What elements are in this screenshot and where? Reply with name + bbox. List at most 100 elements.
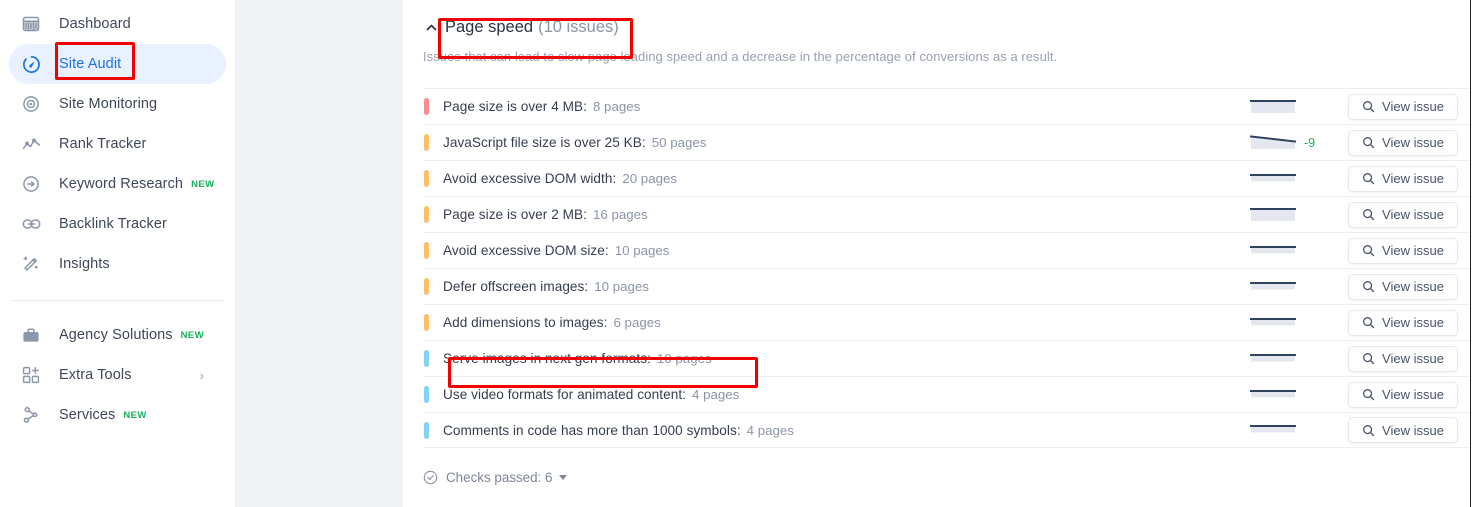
dashboard-icon — [18, 13, 44, 35]
sidebar-item-extra-tools[interactable]: Extra Tools › — [9, 355, 226, 395]
table-row[interactable]: Avoid excessive DOM size: 10 pages View is… — [423, 232, 1478, 268]
row-metrics: View issue — [1249, 165, 1458, 192]
keyword-circle-icon — [18, 173, 44, 195]
issue-page-count: 20 pages — [622, 171, 678, 186]
page-speed-section-header[interactable]: Page speed (10 issues) — [423, 0, 1478, 36]
trend-sparkline — [1249, 240, 1297, 262]
view-issue-button[interactable]: View issue — [1348, 129, 1458, 156]
search-icon — [1362, 208, 1375, 221]
issue-name-text: Use video formats for animated content — [443, 387, 683, 402]
sidebar-item-backlink-tracker[interactable]: Backlink Tracker — [9, 204, 226, 244]
line-chart-icon — [18, 133, 44, 155]
issue-page-count: 16 pages — [592, 207, 648, 222]
table-row[interactable]: Defer offscreen images: 10 pages View issu… — [423, 268, 1478, 304]
table-row[interactable]: Page size is over 2 MB: 16 pages View issu… — [423, 196, 1478, 232]
search-icon — [1362, 424, 1375, 437]
trend-sparkline — [1249, 276, 1297, 298]
view-issue-button[interactable]: View issue — [1348, 381, 1458, 408]
issue-name: Serve images in next gen formats: — [443, 351, 651, 366]
sidebar-item-label: Services — [59, 407, 116, 423]
caret-down-icon[interactable] — [559, 475, 568, 480]
severity-indicator-warning — [424, 314, 429, 331]
row-metrics: View issue — [1249, 93, 1458, 120]
issue-separator: : — [641, 135, 646, 150]
search-icon — [1362, 136, 1375, 149]
sidebar-item-services[interactable]: Services NEW — [9, 395, 226, 435]
table-row[interactable]: Add dimensions to images: 6 pages View iss… — [423, 304, 1478, 340]
issue-separator: : — [736, 422, 741, 438]
row-metrics: View issue — [1249, 381, 1458, 408]
severity-indicator-notice — [424, 386, 429, 403]
view-issue-label: View issue — [1382, 315, 1444, 330]
sidebar-item-site-audit[interactable]: Site Audit — [9, 44, 226, 84]
issue-name: Comments in code has more than 1000 symb… — [443, 423, 741, 438]
view-issue-label: View issue — [1382, 99, 1444, 114]
issue-name: Defer offscreen images: — [443, 279, 588, 294]
node-tree-icon — [18, 404, 44, 426]
issue-page-count: 50 pages — [651, 135, 707, 150]
issue-page-count: 4 pages — [746, 422, 794, 438]
chevron-up-icon[interactable] — [423, 19, 439, 35]
table-row[interactable]: Serve images in next gen formats: 10 page… — [423, 340, 1478, 376]
sidebar-item-site-monitoring[interactable]: Site Monitoring — [9, 84, 226, 124]
issue-name-text: Avoid excessive DOM width — [443, 171, 613, 186]
table-row[interactable]: Avoid excessive DOM width: 20 pages View i… — [423, 160, 1478, 196]
layout-gutter — [235, 0, 403, 507]
view-issue-button[interactable]: View issue — [1348, 345, 1458, 372]
view-issue-label: View issue — [1382, 351, 1444, 366]
issue-name: Avoid excessive DOM size: — [443, 243, 609, 258]
view-issue-button[interactable]: View issue — [1348, 309, 1458, 336]
issue-separator: : — [604, 243, 609, 258]
new-badge: NEW — [123, 409, 147, 421]
view-issue-button[interactable]: View issue — [1348, 273, 1458, 300]
issue-name-text: Defer offscreen images — [443, 279, 585, 294]
briefcase-icon — [18, 324, 44, 346]
issue-name-text: Page size is over 4 MB — [443, 99, 584, 114]
issue-page-count: 10 pages — [594, 279, 649, 294]
trend-sparkline — [1249, 384, 1297, 406]
row-metrics: -9 View issue — [1249, 129, 1458, 156]
sidebar-item-label: Insights — [59, 256, 110, 272]
sidebar-item-label: Agency Solutions — [59, 327, 173, 343]
link-icon — [18, 213, 44, 235]
view-issue-button[interactable]: View issue — [1348, 165, 1458, 192]
checks-passed-toggle[interactable]: Checks passed: 6 — [423, 470, 1478, 485]
sidebar-secondary-group: Agency Solutions NEW Extra Tools › Services N… — [0, 315, 235, 435]
issue-name: Page size is over 4 MB: — [443, 99, 587, 114]
severity-indicator-notice — [424, 421, 429, 439]
issue-name: Page size is over 2 MB: — [443, 207, 587, 222]
issue-name-text: Avoid excessive DOM size — [443, 243, 605, 258]
check-circle-icon — [423, 470, 438, 485]
issue-name-text: Page size is over 2 MB — [443, 207, 584, 222]
view-issue-button[interactable]: View issue — [1348, 237, 1458, 264]
sidebar-item-label: Rank Tracker — [59, 136, 147, 152]
issue-name-text: Comments in code has more than 1000 symb… — [443, 422, 737, 438]
new-badge: NEW — [180, 329, 205, 341]
search-icon — [1362, 172, 1375, 185]
row-metrics: View issue — [1249, 273, 1458, 300]
severity-indicator-warning — [424, 242, 429, 259]
view-issue-label: View issue — [1382, 171, 1444, 186]
row-metrics: View issue — [1249, 309, 1458, 336]
sidebar-item-agency-solutions[interactable]: Agency Solutions NEW — [9, 315, 226, 355]
view-issue-label: View issue — [1382, 135, 1444, 150]
view-issue-button[interactable]: View issue — [1348, 417, 1458, 443]
sidebar-item-dashboard[interactable]: Dashboard — [9, 4, 226, 44]
view-issue-button[interactable]: View issue — [1348, 93, 1458, 120]
trend-sparkline — [1249, 96, 1297, 118]
sidebar-item-insights[interactable]: Insights — [9, 244, 226, 284]
row-metrics: View issue — [1249, 201, 1458, 228]
checks-passed-label: Checks passed: 6 — [446, 470, 553, 485]
trend-sparkline — [1249, 132, 1297, 154]
issue-name-text: JavaScript file size is over 25 KB — [443, 135, 642, 150]
page-title: Page speed — [445, 17, 534, 36]
table-row[interactable]: Comments in code has more than 1000 symb… — [423, 412, 1478, 448]
table-row[interactable]: JavaScript file size is over 25 KB: 50 pa… — [423, 124, 1478, 160]
sidebar-item-rank-tracker[interactable]: Rank Tracker — [9, 124, 226, 164]
view-issue-button[interactable]: View issue — [1348, 201, 1458, 228]
table-row[interactable]: Page size is over 4 MB: 8 pages View issue — [423, 88, 1478, 124]
chevron-right-icon[interactable]: › — [200, 369, 204, 382]
table-row[interactable]: Use video formats for animated content: 4… — [423, 376, 1478, 412]
sidebar-item-keyword-research[interactable]: Keyword Research NEW — [9, 164, 226, 204]
magic-wand-icon — [18, 253, 44, 275]
